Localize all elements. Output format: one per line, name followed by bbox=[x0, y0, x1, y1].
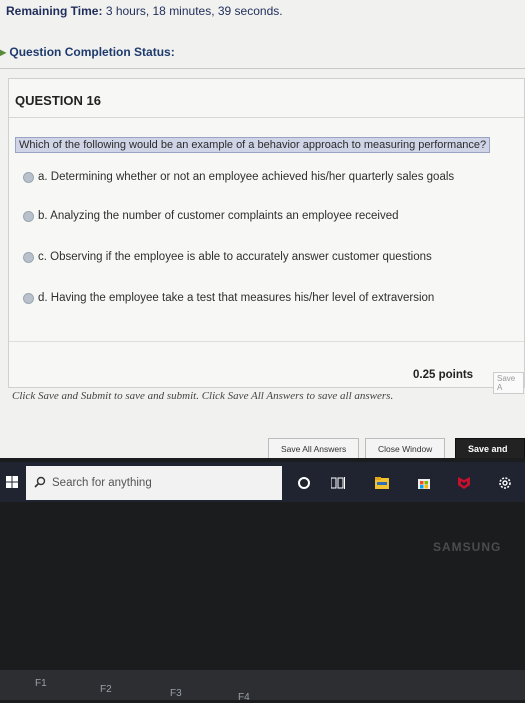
windows-taskbar: Search for anything bbox=[0, 462, 525, 502]
close-window-button[interactable]: Close Window bbox=[365, 438, 446, 458]
keyboard-row bbox=[0, 670, 525, 700]
save-all-answers-button[interactable]: Save All Answers bbox=[268, 438, 360, 458]
title-divider bbox=[9, 117, 524, 118]
save-and-submit-button[interactable]: Save and Sub bbox=[455, 438, 525, 458]
question-panel: QUESTION 16 Which of the following would… bbox=[8, 78, 525, 394]
radio-a[interactable] bbox=[23, 171, 34, 183]
key-f2: F2 bbox=[100, 684, 112, 695]
key-f1: F1 bbox=[35, 678, 47, 689]
option-c-label: c. Observing if the employee is able to … bbox=[38, 251, 432, 263]
mcafee-icon[interactable] bbox=[456, 476, 472, 490]
timer-value: 3 hours, 18 minutes, 39 seconds. bbox=[105, 4, 283, 18]
remaining-time: Remaining Time: 3 hours, 18 minutes, 39 … bbox=[6, 4, 283, 18]
option-d-label: d. Having the employee take a test that … bbox=[38, 292, 435, 304]
radio-c[interactable] bbox=[23, 251, 34, 263]
samsung-logo: SAMSUNG bbox=[433, 540, 502, 554]
question-text: Which of the following would be an examp… bbox=[15, 137, 491, 153]
option-b-label: b. Analyzing the number of customer comp… bbox=[38, 210, 399, 222]
option-c[interactable]: c. Observing if the employee is able to … bbox=[23, 251, 432, 263]
cortana-icon[interactable] bbox=[296, 476, 312, 490]
completion-status-toggle[interactable]: ▸ Question Completion Status: bbox=[0, 45, 175, 59]
key-f4: F4 bbox=[238, 692, 250, 703]
task-view-icon[interactable] bbox=[330, 476, 346, 490]
header-divider bbox=[0, 68, 525, 69]
radio-d[interactable] bbox=[23, 292, 34, 304]
option-b[interactable]: b. Analyzing the number of customer comp… bbox=[23, 210, 399, 222]
windows-logo-icon[interactable] bbox=[4, 475, 20, 489]
search-icon bbox=[34, 476, 46, 491]
question-points: 0.25 points bbox=[413, 369, 474, 381]
store-icon[interactable] bbox=[416, 476, 432, 490]
submit-instructions: Click Save and Submit to save and submit… bbox=[12, 390, 394, 402]
option-d[interactable]: d. Having the employee take a test that … bbox=[23, 292, 434, 304]
collapse-icon: ▸ bbox=[0, 45, 7, 59]
option-a-label: a. Determining whether or not an employe… bbox=[38, 171, 455, 183]
save-answer-button[interactable]: Save A bbox=[493, 372, 524, 394]
file-explorer-icon[interactable] bbox=[374, 476, 390, 490]
key-f3: F3 bbox=[170, 688, 182, 699]
options-divider bbox=[9, 341, 524, 342]
option-a[interactable]: a. Determining whether or not an employe… bbox=[23, 171, 454, 183]
browser-screen: Remaining Time: 3 hours, 18 minutes, 39 … bbox=[0, 0, 525, 458]
taskbar-search-box[interactable]: Search for anything bbox=[26, 466, 282, 500]
radio-b[interactable] bbox=[23, 210, 34, 222]
search-placeholder: Search for anything bbox=[52, 477, 152, 489]
settings-icon[interactable] bbox=[497, 476, 513, 490]
timer-label: Remaining Time: bbox=[6, 4, 103, 18]
completion-status-label: Question Completion Status: bbox=[9, 45, 175, 59]
question-title: QUESTION 16 bbox=[15, 93, 101, 108]
